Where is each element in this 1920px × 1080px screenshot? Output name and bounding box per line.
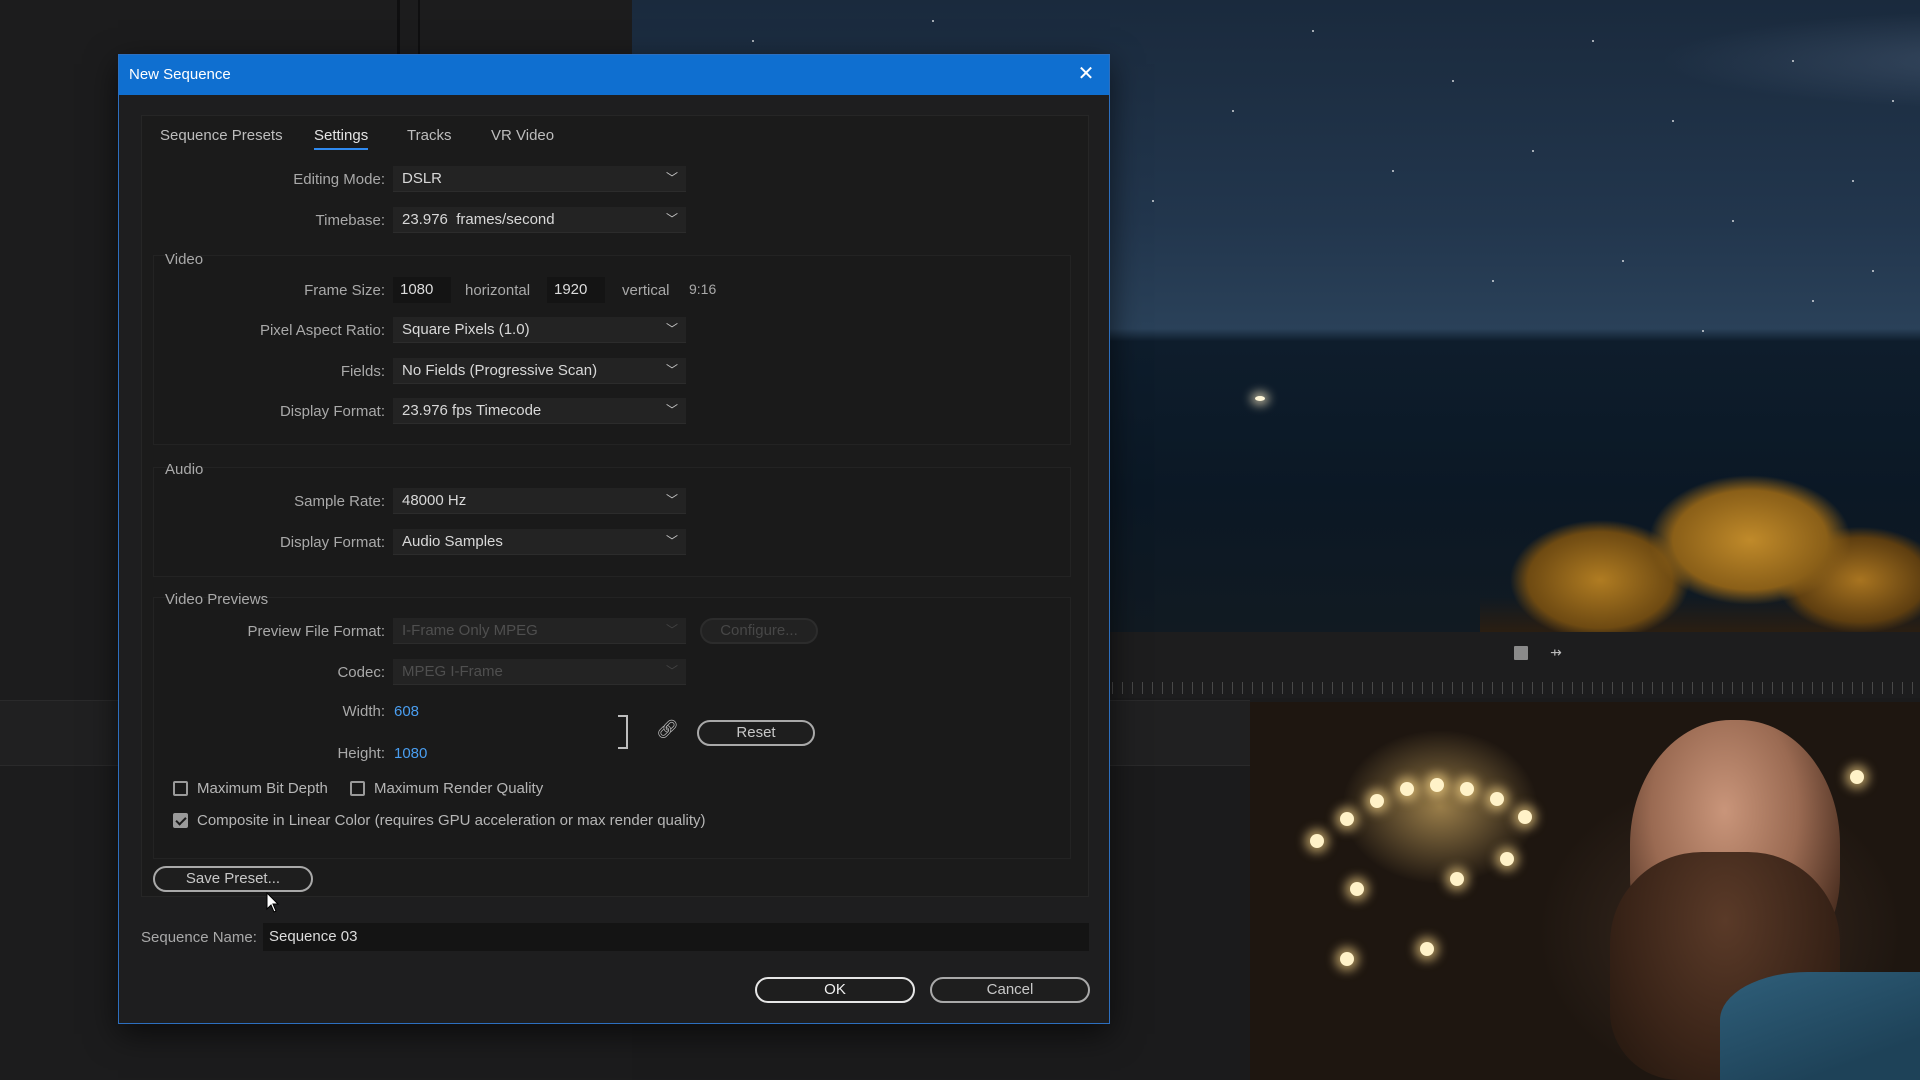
chevron-down-icon: ﹀: [665, 403, 678, 417]
pixel-aspect-label: Pixel Aspect Ratio:: [259, 322, 385, 339]
preview-height-value[interactable]: 1080: [394, 745, 427, 762]
max-render-quality-label: Maximum Render Quality: [374, 780, 544, 797]
chevron-down-icon: ﹀: [665, 171, 678, 185]
new-sequence-dialog: New Sequence ✕ Sequence Presets Settings…: [118, 54, 1110, 1024]
audio-display-format-dropdown[interactable]: Audio Samples ﹀: [393, 529, 686, 555]
codec-value: MPEG I-Frame: [402, 663, 503, 680]
video-display-format-label: Display Format:: [279, 403, 385, 420]
sample-rate-value: 48000 Hz: [402, 492, 467, 509]
timebase-label: Timebase:: [315, 212, 385, 229]
frame-width-input[interactable]: 1080: [393, 277, 451, 303]
editing-mode-dropdown[interactable]: DSLR ﹀: [393, 166, 686, 192]
panel-divider: [418, 0, 420, 54]
max-bit-depth-label: Maximum Bit Depth: [197, 780, 328, 797]
tab-settings[interactable]: Settings: [314, 127, 369, 150]
preview-width-value[interactable]: 608: [394, 703, 419, 720]
dialog-titlebar[interactable]: New Sequence ✕: [119, 55, 1109, 95]
linear-color-label: Composite in Linear Color (requires GPU …: [197, 812, 706, 829]
chevron-down-icon: ﹀: [665, 664, 678, 678]
max-render-quality-checkbox[interactable]: [350, 781, 365, 796]
fields-dropdown[interactable]: No Fields (Progressive Scan) ﹀: [393, 358, 686, 384]
editing-mode-value: DSLR: [402, 170, 443, 187]
chevron-down-icon: ﹀: [665, 623, 678, 637]
max-bit-depth-checkbox[interactable]: [173, 781, 188, 796]
export-frame-icon[interactable]: [1514, 646, 1528, 660]
ok-button[interactable]: OK: [755, 977, 915, 1003]
aspect-ratio-text: 9:16: [689, 281, 717, 297]
mouse-cursor-icon: [266, 892, 280, 913]
video-display-format-dropdown[interactable]: 23.976 fps Timecode ﹀: [393, 398, 686, 424]
save-preset-button[interactable]: Save Preset...: [153, 866, 313, 892]
video-previews-section-title: Video Previews: [165, 591, 269, 608]
chevron-down-icon: ﹀: [665, 212, 678, 226]
video-display-format-value: 23.976 fps Timecode: [402, 402, 542, 419]
tab-vr-video[interactable]: VR Video: [491, 127, 554, 148]
sequence-name-input[interactable]: Sequence 03: [263, 923, 1089, 951]
link-icon[interactable]: 🔗︎: [656, 719, 679, 740]
frame-size-label: Frame Size:: [304, 282, 385, 299]
chevron-down-icon: ﹀: [665, 322, 678, 336]
chevron-down-icon: ﹀: [665, 363, 678, 377]
video-section-title: Video: [165, 251, 204, 268]
linear-color-checkbox[interactable]: [173, 813, 188, 828]
close-icon[interactable]: ✕: [1075, 63, 1097, 85]
editing-mode-label: Editing Mode:: [293, 171, 385, 188]
tab-tracks[interactable]: Tracks: [407, 127, 451, 148]
height-label: Height:: [337, 745, 385, 762]
width-label: Width:: [342, 703, 385, 720]
configure-button: Configure...: [700, 618, 818, 644]
frame-height-input[interactable]: 1920: [547, 277, 605, 303]
sequence-name-label: Sequence Name:: [141, 929, 257, 946]
audio-section-title: Audio: [165, 461, 204, 478]
sample-rate-label: Sample Rate:: [294, 493, 385, 510]
chevron-down-icon: ﹀: [665, 534, 678, 548]
chevron-down-icon: ﹀: [665, 493, 678, 507]
timebase-value: 23.976 frames/second: [402, 211, 555, 228]
audio-section: [153, 467, 1071, 577]
pixel-aspect-dropdown[interactable]: Square Pixels (1.0) ﹀: [393, 317, 686, 343]
preview-file-format-dropdown: I-Frame Only MPEG ﹀: [393, 618, 686, 644]
preview-file-format-value: I-Frame Only MPEG: [402, 622, 538, 639]
audio-display-format-value: Audio Samples: [402, 533, 503, 550]
horizontal-label: horizontal: [465, 282, 531, 299]
lit-bush: [1480, 470, 1920, 632]
vertical-label: vertical: [622, 282, 670, 299]
tab-sequence-presets[interactable]: Sequence Presets: [160, 127, 283, 148]
cancel-button[interactable]: Cancel: [930, 977, 1090, 1003]
insert-icon[interactable]: ⇸: [1548, 644, 1564, 660]
timebase-dropdown[interactable]: 23.976 frames/second ﹀: [393, 207, 686, 233]
pixel-aspect-value: Square Pixels (1.0): [402, 321, 530, 338]
timeline-ruler[interactable]: [1112, 682, 1920, 694]
sample-rate-dropdown[interactable]: 48000 Hz ﹀: [393, 488, 686, 514]
fields-value: No Fields (Progressive Scan): [402, 362, 598, 379]
codec-dropdown: MPEG I-Frame ﹀: [393, 659, 686, 685]
shore-light: [1255, 396, 1265, 401]
link-bracket: [618, 715, 628, 749]
panel-divider: [397, 0, 400, 54]
dialog-title: New Sequence: [129, 66, 231, 83]
reset-button[interactable]: Reset: [697, 720, 815, 746]
codec-label: Codec:: [337, 664, 385, 681]
fields-label: Fields:: [340, 363, 385, 380]
preview-file-format-label: Preview File Format:: [247, 623, 385, 640]
presenter-shirt: [1720, 972, 1920, 1080]
webcam-overlay: [1250, 702, 1920, 1080]
audio-display-format-label: Display Format:: [279, 534, 385, 551]
